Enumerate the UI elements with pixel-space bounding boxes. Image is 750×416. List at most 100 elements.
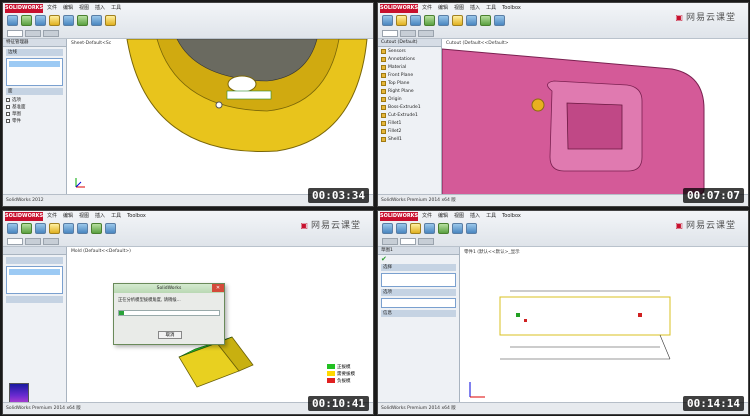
tree-item[interactable]: Sensors <box>381 48 438 55</box>
close-icon[interactable]: ✕ <box>212 284 224 292</box>
menu-item[interactable]: Toolbox <box>502 4 521 13</box>
tree-item[interactable]: Right Plane <box>381 88 438 95</box>
tool-icon[interactable] <box>396 223 407 234</box>
tool-icon[interactable] <box>105 15 116 26</box>
tool-icon[interactable] <box>21 15 32 26</box>
tree-item[interactable]: Material <box>381 64 438 71</box>
menu-item[interactable]: Toolbox <box>127 212 146 221</box>
tool-icon[interactable] <box>466 223 477 234</box>
tool-icon[interactable] <box>438 223 449 234</box>
menu-item[interactable]: 文件 <box>47 212 57 221</box>
fm-section[interactable]: 选项 <box>381 289 456 296</box>
option-row[interactable]: 选项 <box>6 97 63 103</box>
tool-icon[interactable] <box>91 15 102 26</box>
checkbox[interactable] <box>6 112 10 116</box>
tree-item[interactable]: Shell1 <box>381 136 438 143</box>
menu-item[interactable]: 文件 <box>47 4 57 13</box>
tree-item[interactable]: Fillet2 <box>381 128 438 135</box>
checkbox[interactable] <box>6 119 10 123</box>
tree-item[interactable]: Origin <box>381 96 438 103</box>
tool-icon[interactable] <box>410 223 421 234</box>
tool-icon[interactable] <box>63 15 74 26</box>
tool-icon[interactable] <box>452 223 463 234</box>
selection-box[interactable] <box>6 266 63 294</box>
menu-item[interactable]: 工具 <box>486 212 496 221</box>
menu-item[interactable]: 插入 <box>95 4 105 13</box>
selection-box[interactable] <box>381 273 456 287</box>
tool-icon[interactable] <box>77 15 88 26</box>
option-row[interactable]: 草图 <box>6 111 63 117</box>
fm-section[interactable]: 信息 <box>381 310 456 317</box>
tree-item[interactable]: Boss-Extrude1 <box>381 104 438 111</box>
tab[interactable] <box>25 30 41 37</box>
tool-icon[interactable] <box>452 15 463 26</box>
tool-icon[interactable] <box>494 15 505 26</box>
option-box[interactable] <box>381 298 456 308</box>
tool-icon[interactable] <box>466 15 477 26</box>
tool-icon[interactable] <box>35 223 46 234</box>
tool-icon[interactable] <box>63 223 74 234</box>
fm-section[interactable] <box>6 296 63 303</box>
tab[interactable] <box>25 238 41 245</box>
tab[interactable] <box>418 238 434 245</box>
graphics-area[interactable]: Cutout (Default<<Default> <box>441 39 748 197</box>
menu-item[interactable]: 文件 <box>422 4 432 13</box>
graphics-area[interactable]: 零件1 (默认<<默认>_显示 <box>460 247 748 402</box>
option-row[interactable]: 零件 <box>6 118 63 124</box>
menu-item[interactable]: 编辑 <box>63 4 73 13</box>
menu-item[interactable]: 编辑 <box>438 4 448 13</box>
tool-icon[interactable] <box>7 223 18 234</box>
cancel-button[interactable]: 取消 <box>158 331 182 339</box>
selected-item[interactable] <box>9 269 60 275</box>
checkbox[interactable] <box>6 105 10 109</box>
tool-icon[interactable] <box>480 15 491 26</box>
tab[interactable] <box>43 238 59 245</box>
menu-item[interactable]: 工具 <box>111 212 121 221</box>
tool-icon[interactable] <box>396 15 407 26</box>
menu-item[interactable]: 视图 <box>454 212 464 221</box>
tool-icon[interactable] <box>35 15 46 26</box>
tab[interactable] <box>382 238 398 245</box>
menu-item[interactable]: 编辑 <box>63 212 73 221</box>
menu-item[interactable]: Toolbox <box>502 212 521 221</box>
tool-icon[interactable] <box>7 15 18 26</box>
tab[interactable] <box>418 30 434 37</box>
fm-section[interactable]: 选择 <box>381 264 456 271</box>
tree-item[interactable]: Fillet1 <box>381 120 438 127</box>
tool-icon[interactable] <box>105 223 116 234</box>
checkbox[interactable] <box>6 98 10 102</box>
option-row[interactable]: 基准面 <box>6 104 63 110</box>
menu-item[interactable]: 工具 <box>486 4 496 13</box>
menu-item[interactable]: 视图 <box>79 212 89 221</box>
tool-icon[interactable] <box>424 15 435 26</box>
tree-item[interactable]: Top Plane <box>381 80 438 87</box>
selection-box[interactable] <box>6 58 63 86</box>
tool-icon[interactable] <box>21 223 32 234</box>
tool-icon[interactable] <box>438 15 449 26</box>
menu-item[interactable]: 视图 <box>454 4 464 13</box>
tree-item[interactable]: Annotations <box>381 56 438 63</box>
fm-section[interactable]: 边线 <box>6 49 63 56</box>
tool-icon[interactable] <box>77 223 88 234</box>
tab[interactable] <box>7 238 23 245</box>
tool-icon[interactable] <box>49 223 60 234</box>
tool-icon[interactable] <box>382 15 393 26</box>
menu-item[interactable]: 插入 <box>95 212 105 221</box>
menu-item[interactable]: 插入 <box>470 4 480 13</box>
menu-item[interactable]: 文件 <box>422 212 432 221</box>
tree-item[interactable]: Cut-Extrude1 <box>381 112 438 119</box>
menu-item[interactable]: 插入 <box>470 212 480 221</box>
selected-item[interactable] <box>9 61 60 67</box>
tool-icon[interactable] <box>424 223 435 234</box>
tab[interactable] <box>400 30 416 37</box>
tab[interactable] <box>7 30 23 37</box>
tab[interactable] <box>400 238 416 245</box>
tab[interactable] <box>382 30 398 37</box>
tool-icon[interactable] <box>410 15 421 26</box>
tool-icon[interactable] <box>382 223 393 234</box>
menu-item[interactable]: 编辑 <box>438 212 448 221</box>
menu-item[interactable]: 视图 <box>79 4 89 13</box>
graphics-area[interactable]: Sheet-Default<Sc <box>67 38 373 194</box>
tab[interactable] <box>43 30 59 37</box>
tool-icon[interactable] <box>49 15 60 26</box>
